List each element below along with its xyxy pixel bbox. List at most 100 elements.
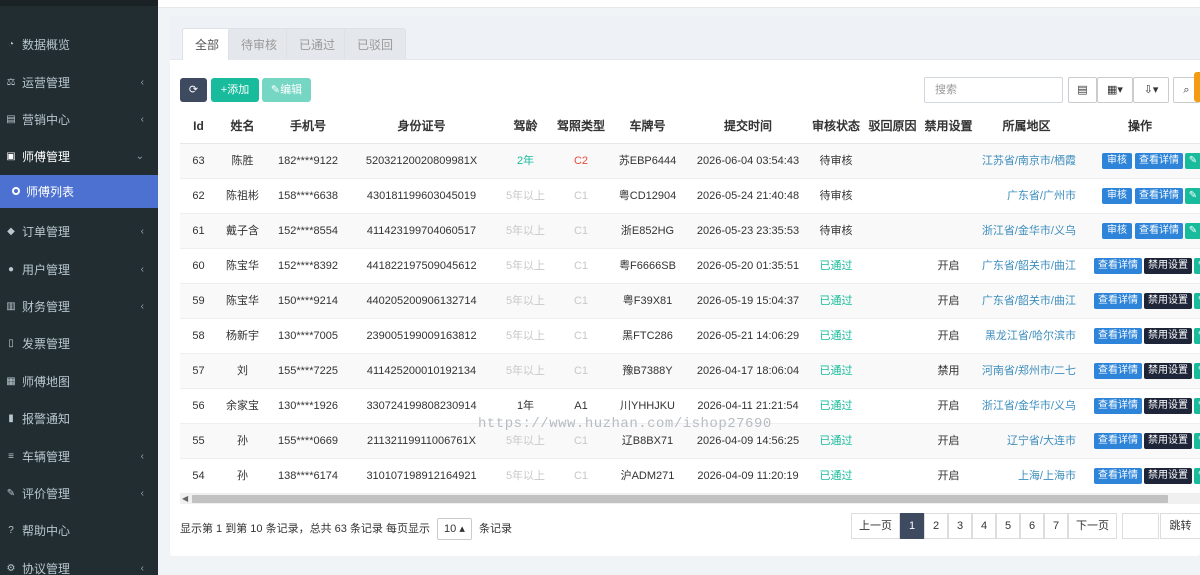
ban-setting-button[interactable]: 禁用设置 [1144,328,1192,344]
toggle-view-button[interactable]: ▤ [1068,77,1097,103]
table-row[interactable]: 62 陈祖彬 158****6638 430181199603045019 5年以上 C1… [180,179,1200,214]
page-1-button[interactable]: 1 [900,513,924,539]
edit-row-button[interactable]: ✎ [1194,433,1200,449]
table-row[interactable]: 54 孙 138****6174 310107198912164921 5年以上 C1 沪A… [180,459,1200,494]
tab-pending[interactable]: 待审核 [228,28,291,60]
view-details-button[interactable]: 查看详情 [1094,433,1142,449]
header-id[interactable]: Id [180,109,217,143]
view-details-button[interactable]: 查看详情 [1094,363,1142,379]
cell-phone: 150****9214 [278,295,338,307]
table-row[interactable]: 58 杨新宇 130****7005 239005199009163812 5年以上 C1… [180,319,1200,354]
cell-actions: 审核 查看详情 ✎ [1080,214,1200,248]
sidebar-item-2[interactable]: ▤ 营销中心 ‹ [0,101,158,138]
edit-row-button[interactable]: ✎ [1194,328,1200,344]
edit-row-button[interactable]: ✎ [1185,223,1200,239]
tab-rejected[interactable]: 已驳回 [344,28,407,60]
ban-setting-button[interactable]: 禁用设置 [1144,293,1192,309]
sidebar-item-14[interactable]: ⚙ 协议管理 ‹ [0,550,158,575]
sidebar: ◔ 数据概览 ⚖ 运营管理 ‹ ▤ 营销中心 ‹ ▣ 师傅管理 ⌄ 师傅列表 ◆ 订单管理 ‹ ● 用户管理 ‹ ▥… [0,0,158,575]
next-page-button[interactable]: 下一页 [1068,513,1117,539]
edit-row-button[interactable]: ✎ [1185,153,1200,169]
ban-setting-button[interactable]: 禁用设置 [1144,468,1192,484]
page-5-button[interactable]: 5 [996,513,1020,539]
table-row[interactable]: 63 陈胜 182****9122 52032120020809981X 2年 C2 苏EB… [180,144,1200,179]
view-details-button[interactable]: 查看详情 [1094,398,1142,414]
ban-setting-button[interactable]: 禁用设置 [1144,398,1192,414]
sidebar-item-10[interactable]: ▮ 报警通知 [0,400,158,437]
table-row[interactable]: 57 刘 155****7225 411425200010192134 5年以上 C1 豫B… [180,354,1200,389]
edit-row-button[interactable]: ✎ [1194,258,1200,274]
export-button[interactable]: ⇩▾ [1133,77,1169,103]
edit-row-button[interactable]: ✎ [1194,293,1200,309]
table-row[interactable]: 59 陈宝华 150****9214 440205200906132714 5年以上 C1… [180,284,1200,319]
review-button[interactable]: 审核 [1102,153,1132,169]
sidebar-item-1[interactable]: ⚖ 运营管理 ‹ [0,63,158,100]
document-icon: ▤ [6,113,16,125]
sidebar-item-7[interactable]: ▥ 财务管理 ‹ [0,288,158,325]
view-details-button[interactable]: 查看详情 [1094,328,1142,344]
columns-button[interactable]: ▦▾ [1097,77,1133,103]
ban-setting-button[interactable]: 禁用设置 [1144,433,1192,449]
page-6-button[interactable]: 6 [1020,513,1044,539]
scroll-left-icon[interactable]: ◀ [182,494,188,504]
tab-approved[interactable]: 已通过 [286,28,349,60]
cell-actions: 查看详情禁用设置✎ [1080,389,1200,423]
view-details-button[interactable]: 查看详情 [1094,258,1142,274]
cell-review-status: 已通过 [819,295,853,307]
edit-row-button[interactable]: ✎ [1194,468,1200,484]
sidebar-item-12[interactable]: ✎ 评价管理 ‹ [0,475,158,512]
cell-region[interactable]: 广东省/韶关市/曲江 [977,249,1080,283]
tab-all[interactable]: 全部 [182,28,233,60]
page-size-select[interactable]: 10 ▴ [437,518,472,540]
view-details-button[interactable]: 查看详情 [1094,293,1142,309]
add-button[interactable]: +添加 [211,78,259,102]
page-4-button[interactable]: 4 [972,513,996,539]
view-details-button[interactable]: 查看详情 [1135,223,1183,239]
jump-button[interactable]: 跳转 [1160,513,1200,539]
page-2-button[interactable]: 2 [924,513,948,539]
edit-row-button[interactable]: ✎ [1194,363,1200,379]
sidebar-item-0[interactable]: ◔ 数据概览 [0,26,158,63]
sidebar-item-9[interactable]: ▦ 师傅地图 [0,363,158,400]
cell-region[interactable]: 广东省/广州市 [977,179,1080,213]
sidebar-item-11[interactable]: ≡ 车辆管理 ‹ [0,437,158,474]
pencil-icon: ✎ [1188,225,1198,236]
prev-page-button[interactable]: 上一页 [851,513,900,539]
cell-region[interactable]: 黑龙江省/哈尔滨市 [977,319,1080,353]
jump-page-input[interactable] [1122,513,1159,539]
scrollbar-thumb[interactable] [192,495,1168,503]
search-input[interactable]: 搜索 [924,77,1063,103]
cell-region[interactable]: 广东省/韶关市/曲江 [977,284,1080,318]
page-7-button[interactable]: 7 [1044,513,1068,539]
edit-row-button[interactable]: ✎ [1185,188,1200,204]
review-button[interactable]: 审核 [1102,223,1132,239]
cell-region[interactable]: 上海/上海市 [977,459,1080,493]
page-3-button[interactable]: 3 [948,513,972,539]
view-details-button[interactable]: 查看详情 [1094,468,1142,484]
sidebar-item-13[interactable]: ? 帮助中心 [0,512,158,549]
horizontal-scrollbar[interactable]: ◀ [180,494,1200,504]
cell-region[interactable]: 浙江省/金华市/义乌 [977,389,1080,423]
sidebar-item-4[interactable]: 师傅列表 [0,174,158,208]
table-row[interactable]: 61 戴子含 152****8554 411423199704060517 5年以上 C1… [180,214,1200,249]
review-button[interactable]: 审核 [1102,188,1132,204]
ban-setting-button[interactable]: 禁用设置 [1144,258,1192,274]
view-details-button[interactable]: 查看详情 [1135,188,1183,204]
refresh-button[interactable]: ⟳ [180,78,207,102]
view-details-button[interactable]: 查看详情 [1135,153,1183,169]
cell-plate: 豫B7388Y [622,365,673,377]
sidebar-item-8[interactable]: ▯ 发票管理 [0,325,158,362]
cell-region[interactable]: 辽宁省/大连市 [977,424,1080,458]
sidebar-item-6[interactable]: ● 用户管理 ‹ [0,250,158,287]
edit-row-button[interactable]: ✎ [1194,398,1200,414]
sidebar-item-5[interactable]: ◆ 订单管理 ‹ [0,213,158,250]
edit-button[interactable]: ✎编辑 [262,78,311,102]
sidebar-item-3[interactable]: ▣ 师傅管理 ⌄ [0,138,158,175]
side-float-tab[interactable] [1194,72,1200,102]
cell-region[interactable]: 河南省/郑州市/二七 [977,354,1080,388]
cell-region[interactable]: 浙江省/金华市/义乌 [977,214,1080,248]
sidebar-item-label: 师傅管理 [22,150,71,165]
table-row[interactable]: 60 陈宝华 152****8392 441822197509045612 5年以上 C1… [180,249,1200,284]
ban-setting-button[interactable]: 禁用设置 [1144,363,1192,379]
cell-region[interactable]: 江苏省/南京市/栖霞 [977,144,1080,178]
